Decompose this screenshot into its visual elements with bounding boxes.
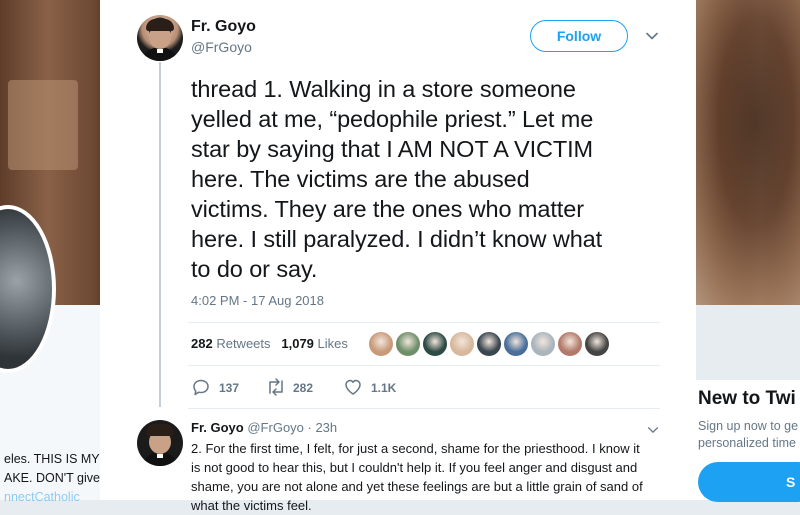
tweet-text-line: here. I still paralyzed. I didn’t know w…: [191, 226, 603, 252]
divider: [188, 322, 660, 323]
reply-icon: [193, 379, 209, 396]
reply-text: 2. For the first time, I felt, for just …: [191, 439, 661, 515]
tweet-text: thread 1. Walking in a store someone yel…: [191, 74, 671, 284]
likes-count[interactable]: 1,079: [281, 336, 314, 351]
author-handle[interactable]: @FrGoyo: [191, 39, 252, 55]
chevron-down-icon[interactable]: [644, 28, 660, 44]
signup-text-line: personalized time: [698, 436, 796, 450]
retweets-count[interactable]: 282: [191, 336, 213, 351]
tweet-text-line: yelled at me, “pedophile priest.” Let me: [191, 106, 594, 132]
reply-header: Fr. Goyo @FrGoyo · 23h: [191, 420, 337, 435]
signup-text-line: Sign up now to ge: [698, 419, 799, 433]
retweet-icon: [269, 378, 283, 396]
liker-avatar[interactable]: [503, 331, 529, 357]
avatar-collar: [157, 49, 163, 53]
retweets-label[interactable]: Retweets: [216, 336, 270, 351]
reply-author-handle[interactable]: @FrGoyo · 23h: [247, 420, 337, 435]
liker-avatar[interactable]: [395, 331, 421, 357]
avatar-collar: [157, 454, 163, 458]
liker-avatar[interactable]: [530, 331, 556, 357]
reply-text-line: is not good to hear this, but I couldn't…: [191, 460, 638, 475]
bio-line: eles. THIS IS MY: [4, 452, 100, 466]
liker-avatar[interactable]: [449, 331, 475, 357]
like-count: 1.1K: [371, 381, 397, 395]
banner-photo-detail: [690, 0, 800, 305]
author-name[interactable]: Fr. Goyo: [191, 18, 256, 36]
reply-author-name[interactable]: Fr. Goyo: [191, 420, 244, 435]
signup-text: Sign up now to ge personalized time: [698, 418, 798, 452]
banner-shelf: [8, 80, 78, 170]
avatar-hair: [146, 424, 174, 436]
reply-text-line: shame, you are not alone and yet these f…: [191, 479, 643, 494]
thread-connector-line: [159, 62, 161, 407]
liker-avatar[interactable]: [584, 331, 610, 357]
reply-text-line: 2. For the first time, I felt, for just …: [191, 441, 640, 456]
signup-title: New to Twi: [698, 388, 796, 409]
divider: [188, 365, 660, 366]
bio-line: AKE. DON'T give: [4, 471, 100, 485]
liker-avatar[interactable]: [557, 331, 583, 357]
liker-avatar[interactable]: [368, 331, 394, 357]
tweet-text-line: to do or say.: [191, 256, 318, 282]
profile-bio: eles. THIS IS MY AKE. DON'T give nnectCa…: [4, 450, 100, 507]
reply-author-avatar[interactable]: [137, 420, 183, 466]
tweet-text-line: victims. They are the ones who matter: [191, 196, 584, 222]
liker-avatar[interactable]: [476, 331, 502, 357]
tweet-timestamp[interactable]: 4:02 PM - 17 Aug 2018: [191, 293, 324, 308]
liker-avatar[interactable]: [422, 331, 448, 357]
retweet-count: 282: [293, 381, 314, 395]
follow-button[interactable]: Follow: [530, 20, 628, 52]
avatar-hair: [146, 19, 174, 31]
likes-label[interactable]: Likes: [318, 336, 348, 351]
tweet-stats: 282 Retweets 1,079 Likes: [191, 336, 348, 351]
heart-icon: [345, 379, 361, 395]
author-avatar[interactable]: [137, 15, 183, 61]
bio-link[interactable]: nnectCatholic: [4, 488, 100, 507]
divider: [188, 408, 660, 409]
tweet-text-line: thread 1. Walking in a store someone: [191, 76, 576, 102]
tweet-text-line: star by saying that I AM NOT A VICTIM: [191, 136, 594, 162]
chevron-down-icon[interactable]: [646, 423, 660, 437]
reply-count: 137: [219, 381, 240, 395]
reply-text-line: what the victims feel.: [191, 498, 312, 513]
tweet-text-line: here. The victims are the abused: [191, 166, 530, 192]
signup-button[interactable]: S: [698, 462, 800, 502]
